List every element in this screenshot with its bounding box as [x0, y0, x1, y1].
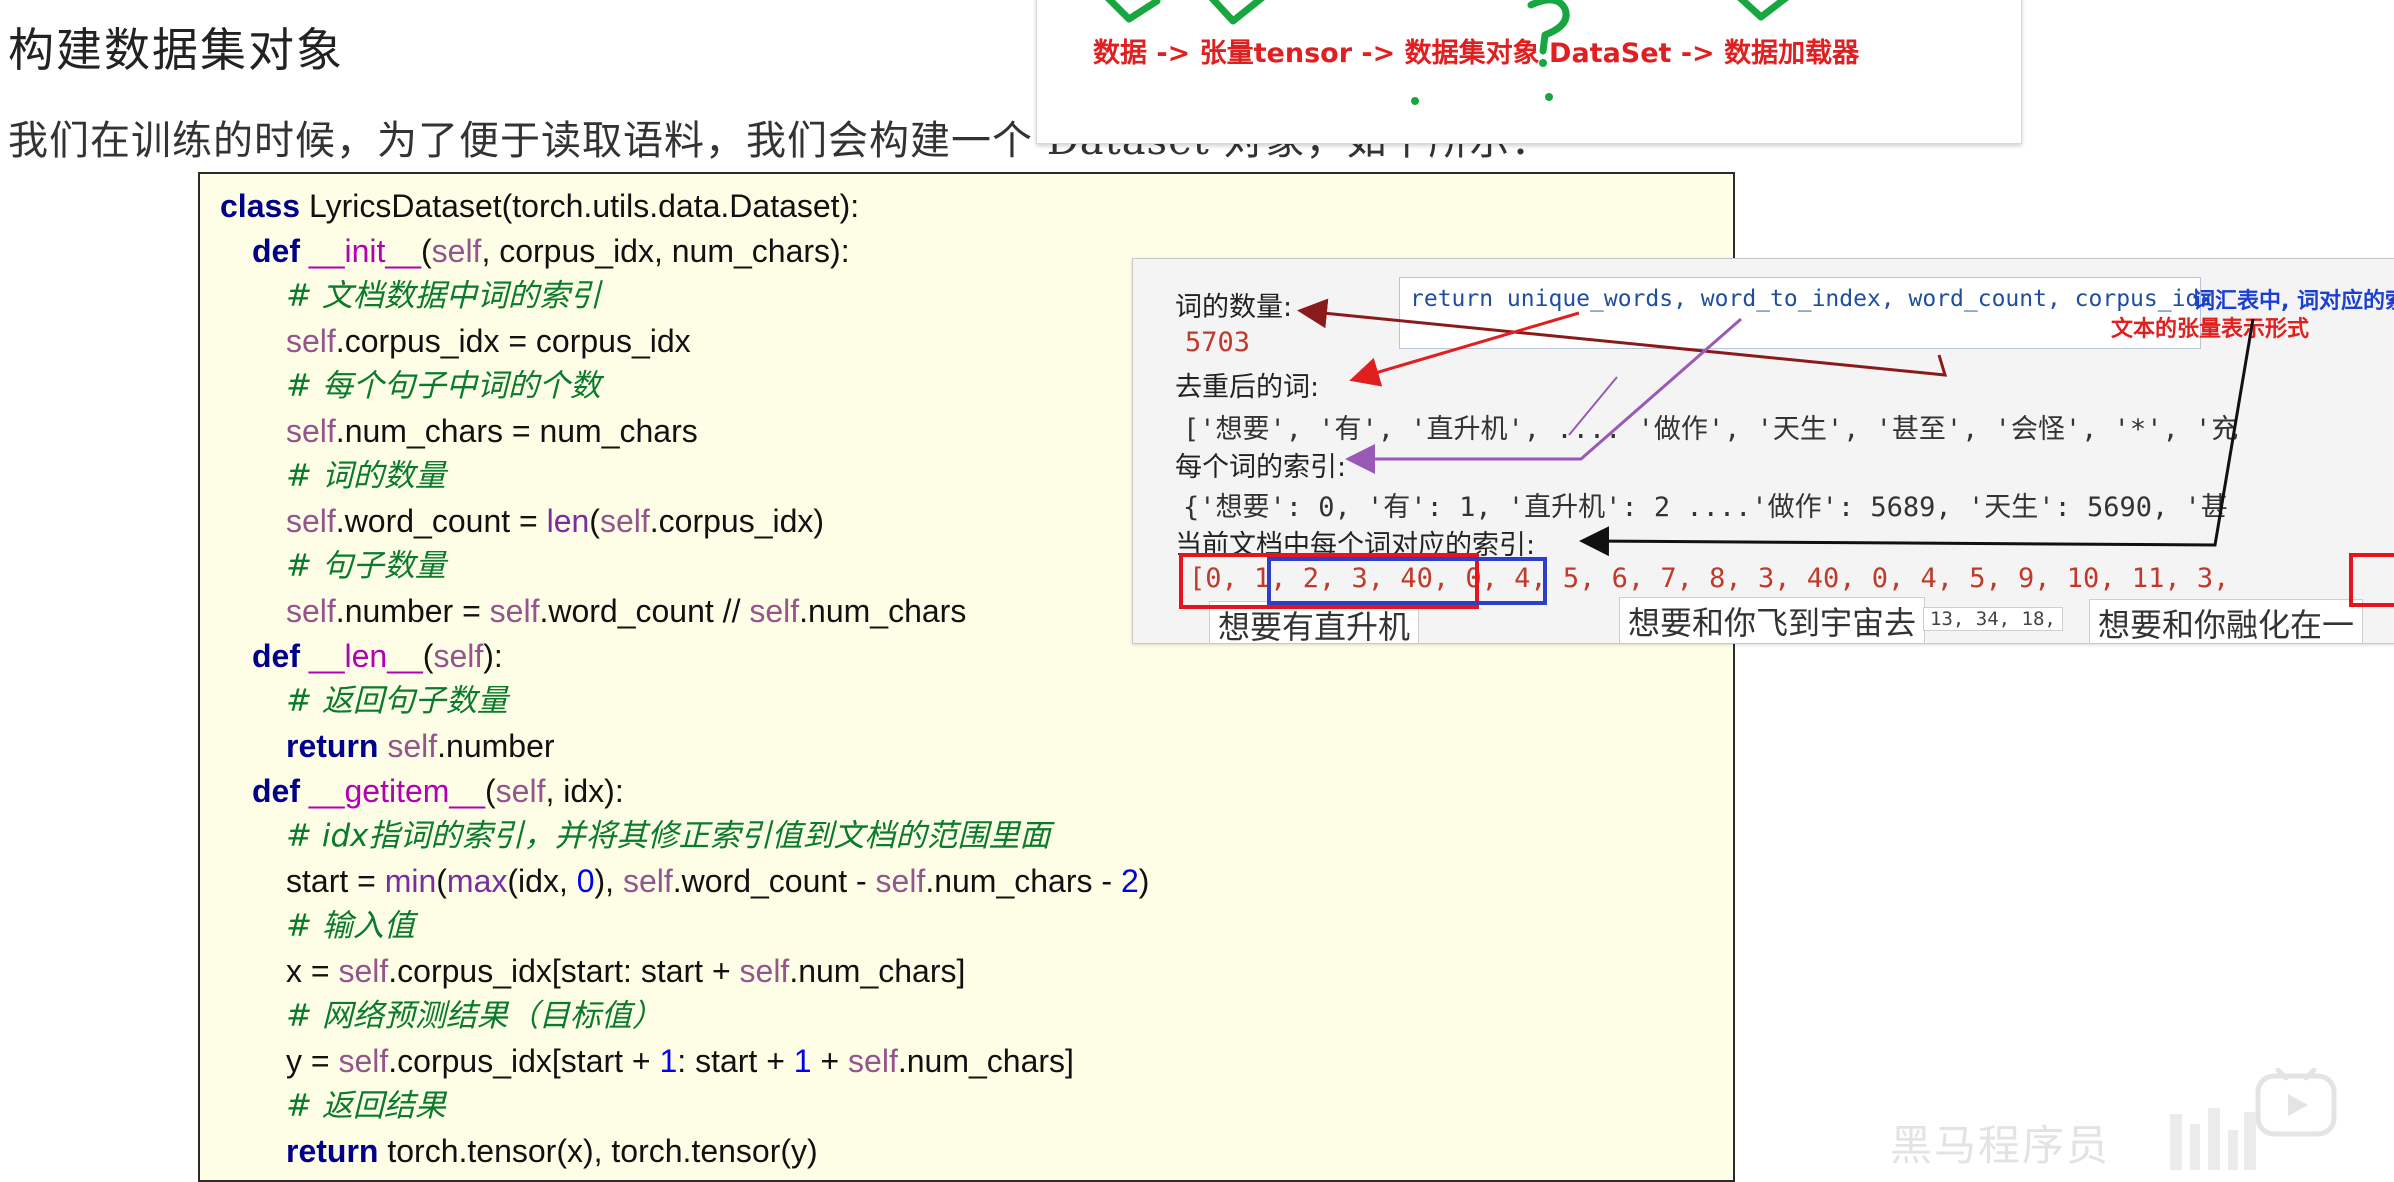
bilibili-logo-icon [2170, 1108, 2256, 1170]
code-comment: # 词的数量 [286, 458, 446, 494]
annotation-arrows [1179, 298, 2394, 609]
code-comment: # 返回结果 [286, 1088, 446, 1124]
code-line: self.num_chars = num_chars [286, 413, 698, 449]
code-line: self.word_count = len(self.corpus_idx) [286, 503, 825, 539]
code-line: def __init__(self, corpus_idx, num_chars… [252, 233, 850, 269]
section-title: 构建数据集对象 [8, 23, 344, 77]
code-comment: # 句子数量 [286, 548, 446, 584]
code-comment: # 网络预测结果（目标值） [286, 998, 663, 1034]
code-line: x = self.corpus_idx[start: start + self.… [286, 953, 966, 989]
code-line: y = self.corpus_idx[start + 1: start + 1… [286, 1043, 1074, 1079]
code-line: return torch.tensor(x), torch.tensor(y) [286, 1133, 818, 1169]
watermark-text: 黑马程序员 [1890, 1121, 2111, 1170]
code-line: self.number = self.word_count // self.nu… [286, 593, 967, 629]
code-line: def __getitem__(self, idx): [252, 773, 624, 809]
code-line: start = min(max(idx, 0), self.word_count… [286, 863, 1150, 899]
code-comment: # 每个句子中词的个数 [286, 368, 601, 404]
code-line: self.corpus_idx = corpus_idx [286, 323, 691, 359]
flow-diagram-image: 数据 -> 张量tensor -> 数据集对象 DataSet -> 数据加载器 [1036, 0, 2022, 144]
handwritten-checkmarks [1105, 0, 1789, 105]
code-comment: # idx指词的索引，并将其修正索引值到文档的范围里面 [286, 818, 1051, 854]
code-comment: # 返回句子数量 [286, 683, 508, 719]
code-line: def __len__(self): [252, 638, 503, 674]
code-comment: # 输入值 [286, 908, 415, 944]
code-comment: # 文档数据中词的索引 [286, 278, 601, 314]
code-line: return self.number [286, 728, 555, 764]
output-screenshot: return unique_words, word_to_index, word… [1132, 258, 2394, 644]
code-line: class LyricsDataset(torch.utils.data.Dat… [220, 188, 860, 224]
